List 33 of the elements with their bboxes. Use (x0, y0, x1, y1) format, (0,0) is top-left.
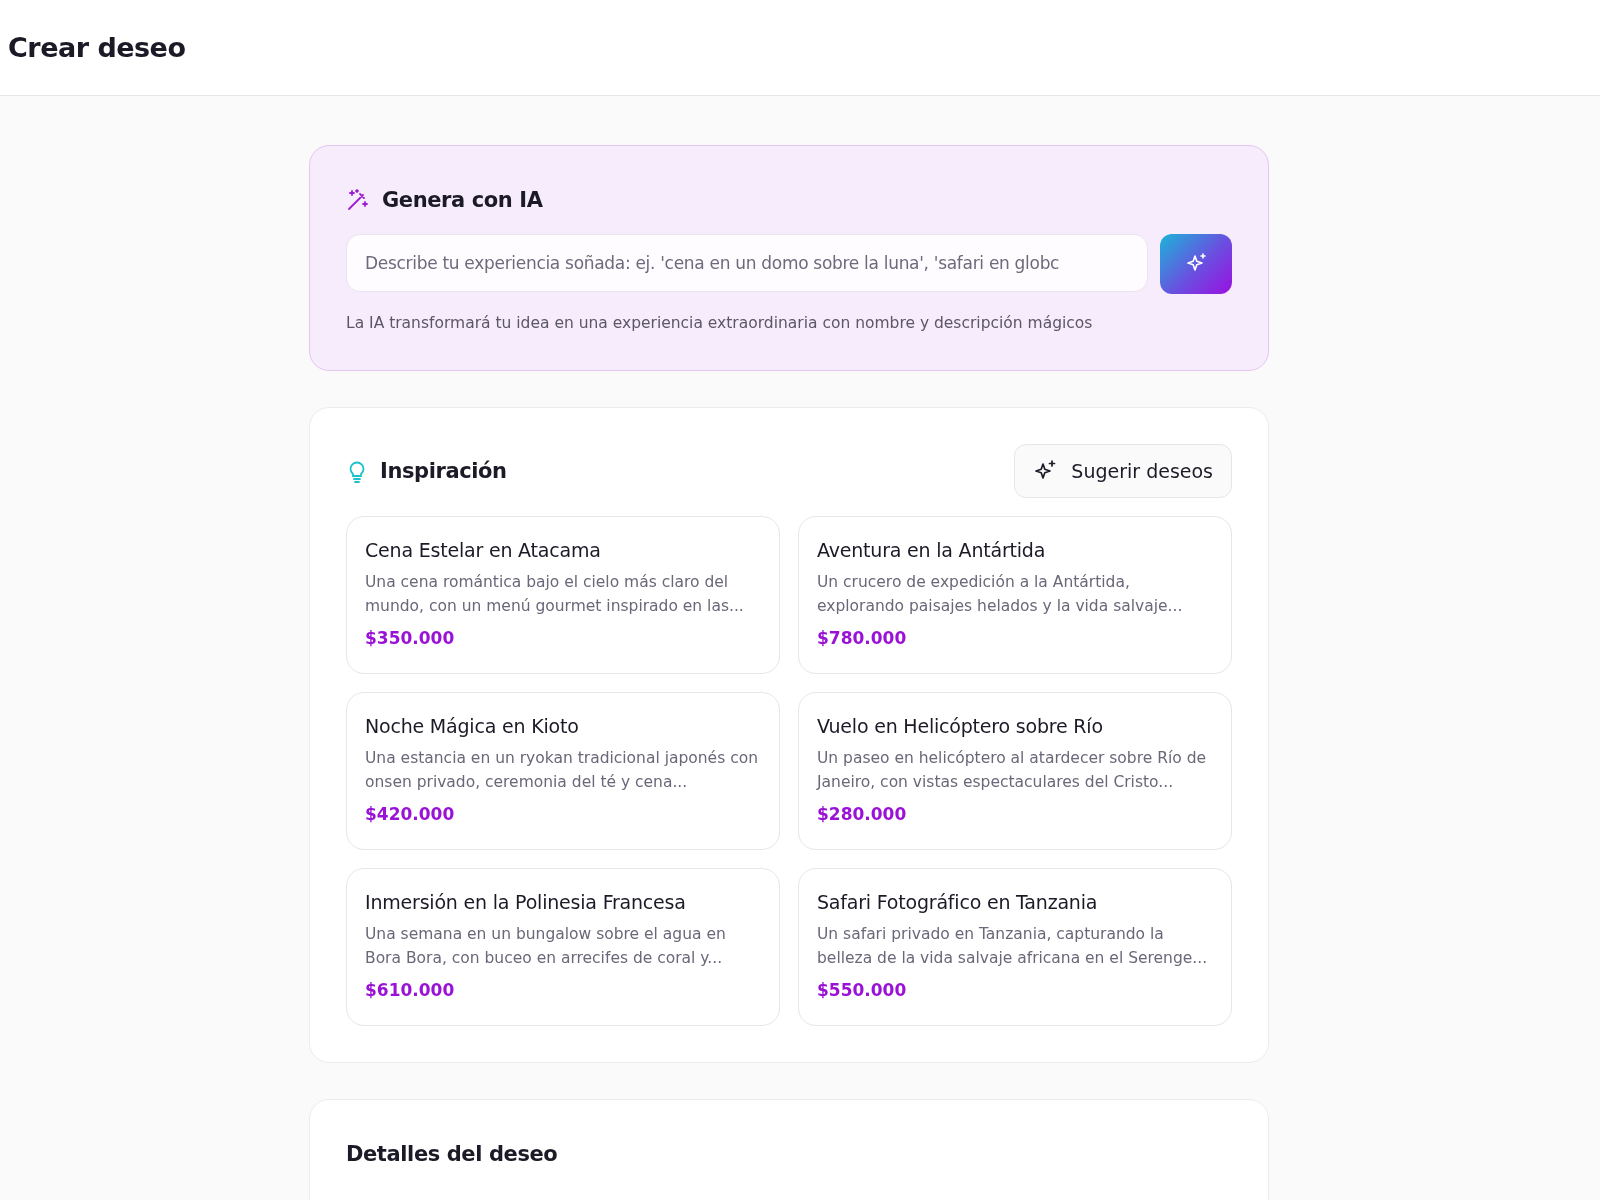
idea-card[interactable]: Aventura en la Antártida Un crucero de expedición a la Antártida, explorando paisajes helados y la vida salvaje... $780.000 (798, 516, 1232, 674)
page-title: Crear deseo (8, 32, 186, 63)
idea-description: Una estancia en un ryokan tradicional japonés con onsen privado, ceremonia del té y cena... (365, 748, 759, 793)
generate-button[interactable] (1160, 234, 1232, 294)
idea-description: Un crucero de expedición a la Antártida, explorando paisajes helados y la vida salvaje... (817, 572, 1184, 617)
hint-text: La IA transformará tu idea en una experiencia extraordinaria con nombre y descripción mágicos (346, 314, 1094, 332)
idea-price: $610.000 (365, 980, 455, 1000)
idea-description: Un safari privado en Tanzania, capturando la belleza de la vida salvaje africana en el Serenge... (817, 924, 1209, 969)
idea-description: Una cena romántica bajo el cielo más claro del mundo, con un menú gourmet inspirado en las... (365, 572, 745, 617)
suggest-button[interactable]: Sugerir deseos (1014, 444, 1232, 498)
idea-description: Un paseo en helicóptero al atardecer sobre Río de Janeiro, con vistas espectaculares del Cristo... (817, 748, 1207, 793)
section-title: Genera con IA (382, 188, 543, 212)
idea-title: Aventura en la Antártida (817, 539, 1047, 561)
idea-input-field[interactable]: Describe tu experiencia soñada: ej. 'cena en un domo sobre la luna', 'safari en globc (346, 234, 1148, 292)
idea-title: Safari Fotográfico en Tanzania (817, 891, 1099, 913)
magic-wand-icon (346, 188, 370, 212)
idea-title: Inmersión en la Polinesia Francesa (365, 891, 687, 913)
idea-price: $780.000 (817, 628, 907, 648)
idea-description: Una semana en un bungalow sobre el agua en Bora Bora, con buceo en arrecifes de coral y... (365, 924, 727, 969)
idea-title: Vuelo en Helicóptero sobre Río (817, 715, 1104, 737)
idea-card[interactable]: Noche Mágica en Kioto Una estancia en un ryokan tradicional japonés con onsen privado, ceremonia del té y cena... $420.000 (346, 692, 780, 850)
idea-card[interactable]: Safari Fotográfico en Tanzania Un safari privado en Tanzania, capturando la belleza de la vida salvaje africana en el Serenge... $550.000 (798, 868, 1232, 1026)
idea-title: Cena Estelar en Atacama (365, 539, 602, 561)
idea-card[interactable]: Inmersión en la Polinesia Francesa Una semana en un bungalow sobre el agua en Bora Bora, con buceo en arrecifes de coral y... $610.000 (346, 868, 780, 1026)
idea-price: $350.000 (365, 628, 455, 648)
idea-card[interactable]: Vuelo en Helicóptero sobre Río Un paseo en helicóptero al atardecer sobre Río de Janeiro, con vistas espectaculares del Cristo... $280.000 (798, 692, 1232, 850)
idea-price: $550.000 (817, 980, 907, 1000)
idea-price: $420.000 (365, 804, 455, 824)
idea-title: Noche Mágica en Kioto (365, 715, 580, 737)
idea-price: $280.000 (817, 804, 907, 824)
idea-card[interactable]: Cena Estelar en Atacama Una cena romántica bajo el cielo más claro del mundo, con un menú gourmet inspirado en las... $350.000 (346, 516, 780, 674)
section-title: Detalles del deseo (346, 1142, 559, 1166)
section-title: Inspiración (380, 459, 507, 483)
